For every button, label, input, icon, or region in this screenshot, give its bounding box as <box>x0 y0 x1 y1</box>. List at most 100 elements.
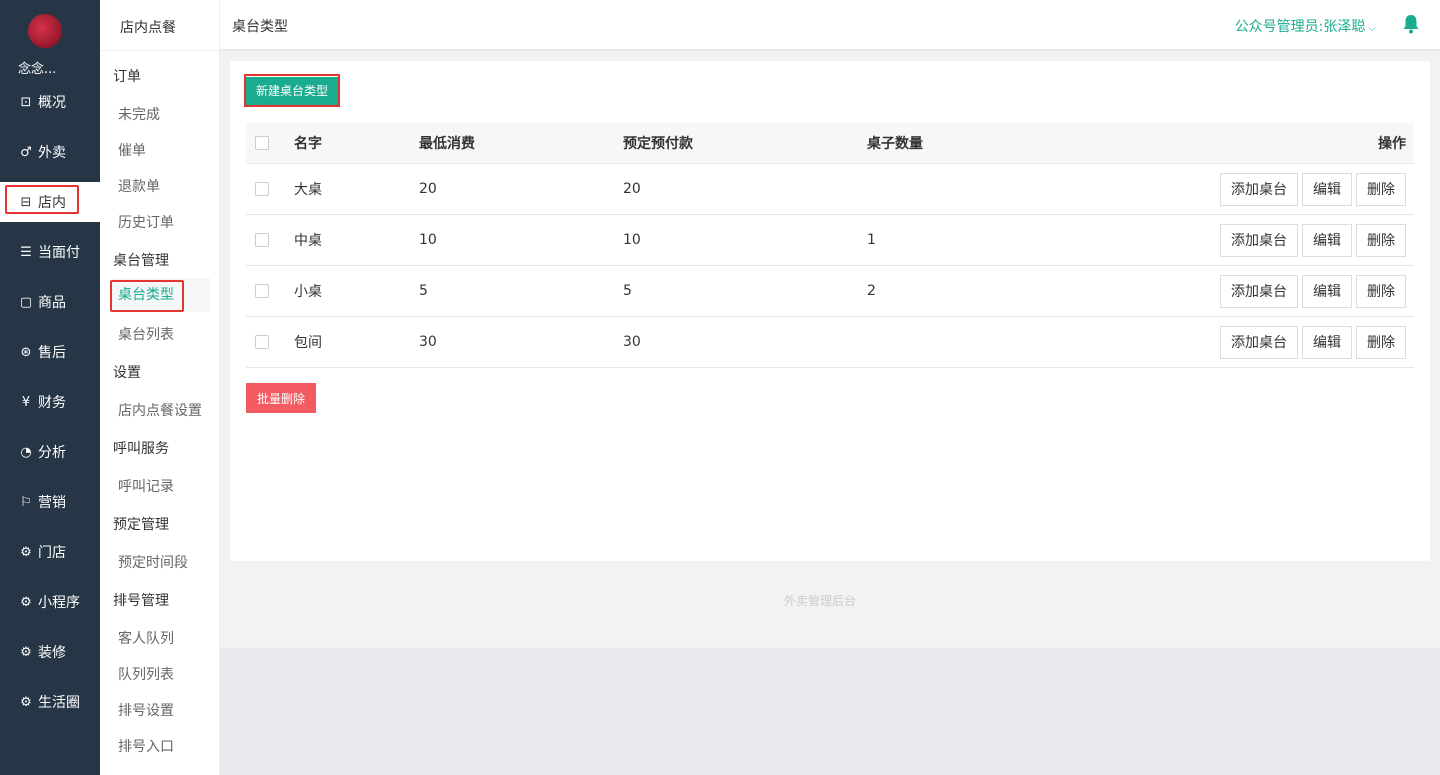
gear-icon: ⚙ <box>20 544 32 560</box>
row-checkbox[interactable] <box>255 233 269 247</box>
cell-name: 小桌 <box>294 284 322 300</box>
delete-button[interactable]: 删除 <box>1356 325 1406 359</box>
cell-min: 20 <box>419 181 437 197</box>
nav-item-label: 商品 <box>38 295 66 311</box>
row-checkbox[interactable] <box>255 335 269 349</box>
add-table-button[interactable]: 添加桌台 <box>1220 274 1298 308</box>
nav-item-face-pay[interactable]: ☰ 当面付 <box>0 232 100 272</box>
subnav-group-orders: 订单 <box>113 69 141 85</box>
subnav-link-history[interactable]: 历史订单 <box>118 212 174 232</box>
nav-item-goods[interactable]: ▢ 商品 <box>0 282 100 322</box>
overview-icon: ⊡ <box>20 94 32 110</box>
add-table-button[interactable]: 添加桌台 <box>1220 223 1298 257</box>
subnav-link-urge[interactable]: 催单 <box>118 140 146 160</box>
secondary-sidebar: 店内点餐 订单 未完成 催单 退款单 历史订单 桌台管理 桌台类型 桌台列表 设… <box>100 0 220 775</box>
subnav-link-incomplete[interactable]: 未完成 <box>118 104 160 124</box>
chart-icon: ◔ <box>20 444 32 460</box>
table-row: 大桌 20 20 添加桌台 编辑 删除 <box>246 164 1414 215</box>
chevron-down-icon: ⌵ <box>1368 23 1376 34</box>
admin-menu[interactable]: 公众号管理员:张泽聪 ⌵ <box>1235 16 1376 36</box>
yen-icon: ¥ <box>21 394 31 410</box>
table-row: 包间 30 30 添加桌台 编辑 删除 <box>246 317 1414 368</box>
column-header-count: 桌子数量 <box>867 136 923 152</box>
table-header-row: 名字 最低消费 预定预付款 桌子数量 操作 <box>246 123 1414 164</box>
cell-count: 1 <box>867 232 876 248</box>
delete-button[interactable]: 删除 <box>1356 172 1406 206</box>
subnav-group-settings: 设置 <box>113 365 141 381</box>
subnav-link-dinein-settings[interactable]: 店内点餐设置 <box>118 400 202 420</box>
edit-button[interactable]: 编辑 <box>1302 223 1352 257</box>
nav-item-delivery[interactable]: ♂ 外卖 <box>0 132 100 172</box>
nav-item-label: 营销 <box>38 495 66 511</box>
admin-label: 公众号管理员:张泽聪 <box>1234 19 1366 35</box>
nav-item-label: 概况 <box>38 95 66 111</box>
subnav-link-queue-entry[interactable]: 排号入口 <box>118 736 174 756</box>
aftersale-icon: ⊛ <box>20 344 32 360</box>
select-all-checkbox[interactable] <box>255 136 269 150</box>
subnav-link-queue-list[interactable]: 队列列表 <box>118 664 174 684</box>
delivery-icon: ♂ <box>20 144 32 160</box>
column-header-name: 名字 <box>294 136 322 152</box>
cell-prepay: 10 <box>623 232 641 248</box>
add-table-button[interactable]: 添加桌台 <box>1220 325 1298 359</box>
nav-item-label: 财务 <box>38 395 66 411</box>
nav-item-store[interactable]: ⊟ 店内 <box>0 182 100 222</box>
content-card: 新建桌台类型 名字 最低消费 预定预付款 桌子数量 操作 大桌 20 20 添加… <box>230 61 1430 561</box>
nav-item-miniprogram[interactable]: ⚙ 小程序 <box>0 582 100 622</box>
row-checkbox[interactable] <box>255 284 269 298</box>
cell-name: 包间 <box>294 335 322 351</box>
subnav-group-reservation: 预定管理 <box>113 517 169 533</box>
delete-button[interactable]: 删除 <box>1356 274 1406 308</box>
gear-icon: ⚙ <box>20 644 32 660</box>
row-checkbox[interactable] <box>255 182 269 196</box>
nav-item-shop[interactable]: ⚙ 门店 <box>0 532 100 572</box>
subnav-group-call: 呼叫服务 <box>113 441 169 457</box>
subnav-group-queue: 排号管理 <box>113 593 169 609</box>
main-sidebar: 念念... ⊡ 概况 ♂ 外卖 ⊟ 店内 ☰ 当面付 ▢ 商品 ⊛ 售后 ¥ 财… <box>0 0 100 775</box>
cell-min: 10 <box>419 232 437 248</box>
nav-item-life-circle[interactable]: ⚙ 生活圈 <box>0 682 100 722</box>
nav-item-marketing[interactable]: ⚐ 营销 <box>0 482 100 522</box>
nav-item-decoration[interactable]: ⚙ 装修 <box>0 632 100 672</box>
nav-item-finance[interactable]: ¥ 财务 <box>0 382 100 422</box>
nav-item-aftersale[interactable]: ⊛ 售后 <box>0 332 100 372</box>
shop-avatar[interactable] <box>28 14 62 48</box>
highlight-box <box>5 185 79 214</box>
subnav-group-tables: 桌台管理 <box>113 253 169 269</box>
gear-icon: ⚙ <box>20 694 32 710</box>
delete-button[interactable]: 删除 <box>1356 223 1406 257</box>
nav-item-label: 生活圈 <box>38 695 80 711</box>
bell-icon[interactable] <box>1402 14 1420 34</box>
subnav-link-queue-settings[interactable]: 排号设置 <box>118 700 174 720</box>
cell-count: 2 <box>867 283 876 299</box>
nav-item-label: 外卖 <box>38 145 66 161</box>
add-table-button[interactable]: 添加桌台 <box>1220 172 1298 206</box>
edit-button[interactable]: 编辑 <box>1302 325 1352 359</box>
cell-prepay: 30 <box>623 334 641 350</box>
nav-item-overview[interactable]: ⊡ 概况 <box>0 82 100 122</box>
column-header-ops: 操作 <box>1378 136 1406 152</box>
cell-name: 大桌 <box>294 182 322 198</box>
table-types-table: 名字 最低消费 预定预付款 桌子数量 操作 大桌 20 20 添加桌台 编辑 删… <box>246 123 1414 368</box>
table-row: 小桌 5 5 2 添加桌台 编辑 删除 <box>246 266 1414 317</box>
edit-button[interactable]: 编辑 <box>1302 172 1352 206</box>
table-row: 中桌 10 10 1 添加桌台 编辑 删除 <box>246 215 1414 266</box>
subnav-link-table-list[interactable]: 桌台列表 <box>118 324 174 344</box>
cell-name: 中桌 <box>294 233 322 249</box>
nav-item-label: 分析 <box>38 445 66 461</box>
footer-text: 外卖管理后台 <box>783 594 856 608</box>
batch-delete-button[interactable]: 批量删除 <box>246 383 317 413</box>
subnav-link-table-types[interactable]: 桌台类型 <box>110 278 210 312</box>
subnav-link-call-records[interactable]: 呼叫记录 <box>118 476 174 496</box>
nav-item-label: 门店 <box>38 545 66 561</box>
cell-min: 5 <box>419 283 428 299</box>
highlight-box <box>244 74 340 107</box>
subnav-link-refund[interactable]: 退款单 <box>118 176 160 196</box>
nav-item-label: 小程序 <box>38 595 80 611</box>
nav-item-analysis[interactable]: ◔ 分析 <box>0 432 100 472</box>
cell-min: 30 <box>419 334 437 350</box>
subnav-link-guest-queue[interactable]: 客人队列 <box>118 628 174 648</box>
edit-button[interactable]: 编辑 <box>1302 274 1352 308</box>
subnav-link-time-slots[interactable]: 预定时间段 <box>118 552 188 572</box>
column-header-prepay: 预定预付款 <box>623 136 693 152</box>
